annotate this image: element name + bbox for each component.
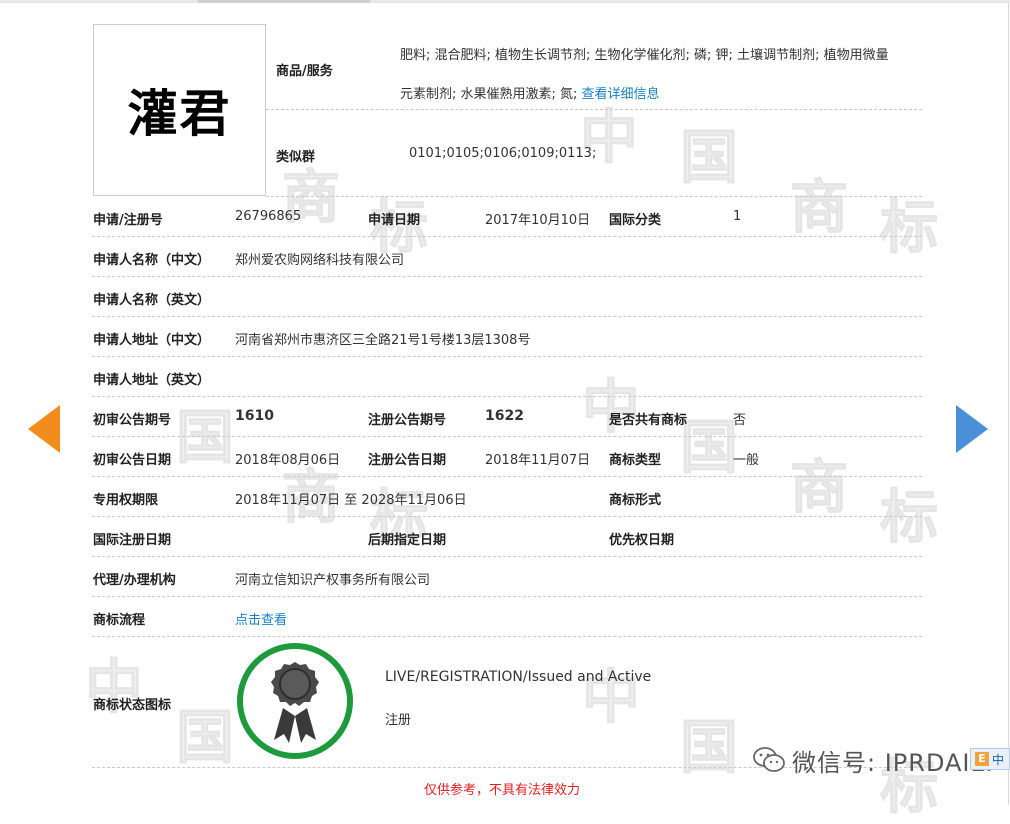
next-arrow-icon[interactable] xyxy=(956,405,988,453)
divider xyxy=(92,316,922,317)
ime-lang: 中 xyxy=(992,752,1005,767)
mark-type-label: 商标类型 xyxy=(609,453,662,468)
applicant-en-label: 申请人名称（英文） xyxy=(93,293,211,308)
reg-issue-label: 注册公告期号 xyxy=(368,413,447,428)
agent-label: 代理/办理机构 xyxy=(93,573,176,588)
wechat-id-text: 微信号: IPRDAILY xyxy=(792,748,998,777)
intl-class-value: 1 xyxy=(733,209,742,224)
similar-group-label: 类似群 xyxy=(276,150,316,165)
status-icon-label: 商标状态图标 xyxy=(93,698,172,713)
app-date-label: 申请日期 xyxy=(368,213,421,228)
divider xyxy=(266,109,922,110)
divider xyxy=(92,436,922,437)
divider xyxy=(92,556,922,557)
address-cn-value: 河南省郑州市惠济区三全路21号1号楼13层1308号 xyxy=(235,333,531,348)
divider xyxy=(92,636,922,637)
status-text-en: LIVE/REGISTRATION/Issued and Active xyxy=(385,669,652,685)
top-tab-strip xyxy=(0,0,1010,3)
similar-group-value: 0101;0105;0106;0109;0113; xyxy=(409,146,597,161)
wechat-icon xyxy=(753,747,785,772)
divider xyxy=(92,276,922,277)
divider xyxy=(92,356,922,357)
reg-no-label: 申请/注册号 xyxy=(93,213,163,228)
reg-date-value: 2018年11月07日 xyxy=(485,453,591,468)
ime-badge: E 中 xyxy=(970,748,1010,770)
trademark-name: 灌君 xyxy=(127,84,232,143)
divider xyxy=(92,236,922,237)
reg-date-label: 注册公告日期 xyxy=(368,453,447,468)
term-label: 专用权期限 xyxy=(93,493,159,508)
divider xyxy=(92,516,922,517)
agent-value: 河南立信知识产权事务所有限公司 xyxy=(235,573,431,588)
status-text-cn: 注册 xyxy=(385,713,412,728)
mark-type-value: 一般 xyxy=(733,453,760,468)
address-en-label: 申请人地址（英文） xyxy=(93,373,211,388)
view-process-link[interactable]: 点击查看 xyxy=(235,609,287,628)
prelim-date-value: 2018年08月06日 xyxy=(235,453,341,468)
term-value: 2018年11月07日 至 2028年11月06日 xyxy=(235,493,467,508)
previous-arrow-icon[interactable] xyxy=(28,405,60,453)
view-details-link[interactable]: 查看详细信息 xyxy=(582,87,660,102)
intl-class-label: 国际分类 xyxy=(609,213,662,228)
prelim-issue-value: 1610 xyxy=(235,408,274,424)
divider xyxy=(92,596,922,597)
app-date-value: 2017年10月10日 xyxy=(485,213,591,228)
applicant-cn-label: 申请人名称（中文） xyxy=(93,253,211,268)
intl-reg-date-label: 国际注册日期 xyxy=(93,533,172,548)
prelim-issue-label: 初审公告期号 xyxy=(93,413,172,428)
goods-line: 肥料; 混合肥料; 植物生长调节剂; 生物化学催化剂; 磷; 钾; 土壤调节制剂… xyxy=(400,48,889,63)
active-tab-indicator[interactable] xyxy=(198,0,370,3)
goods-list: 肥料; 混合肥料; 植物生长调节剂; 生物化学催化剂; 磷; 钾; 土壤调节制剂… xyxy=(400,36,922,114)
reg-no-value: 26796865 xyxy=(235,209,302,224)
trademark-image: 灌君 xyxy=(93,24,266,196)
goods-label: 商品/服务 xyxy=(276,64,333,79)
address-cn-label: 申请人地址（中文） xyxy=(93,333,211,348)
disclaimer-text: 仅供参考，不具有法律效力 xyxy=(424,783,581,798)
process-label: 商标流程 xyxy=(93,613,146,628)
prelim-date-label: 初审公告日期 xyxy=(93,453,172,468)
priority-date-label: 优先权日期 xyxy=(609,533,675,548)
shared-value: 否 xyxy=(733,413,747,428)
divider xyxy=(92,396,922,397)
shared-label: 是否共有商标 xyxy=(609,413,688,428)
divider xyxy=(266,196,922,197)
applicant-cn-value: 郑州爱农购网络科技有限公司 xyxy=(235,253,405,268)
mark-form-label: 商标形式 xyxy=(609,493,662,508)
registered-status-icon xyxy=(237,643,353,759)
later-designation-label: 后期指定日期 xyxy=(368,533,447,548)
divider xyxy=(92,476,922,477)
reg-issue-value: 1622 xyxy=(485,408,524,424)
ime-e-icon: E xyxy=(975,752,989,766)
wechat-watermark: 微信号: IPRDAILY xyxy=(752,742,997,778)
goods-line-text: 元素制剂; 水果催熟用激素; 氮; xyxy=(400,87,578,102)
